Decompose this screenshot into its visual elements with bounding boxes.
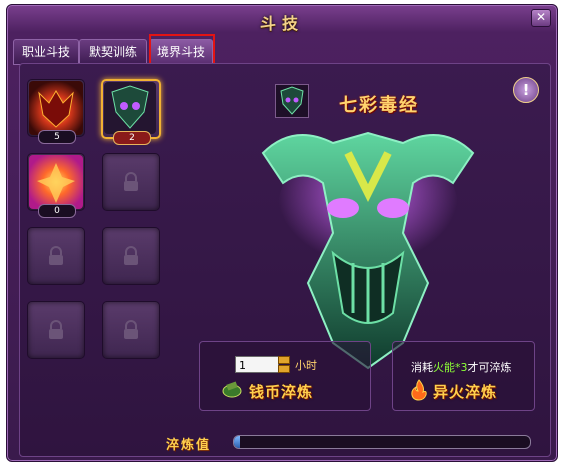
hours-stepper (278, 356, 290, 373)
hours-input[interactable]: 1 (235, 356, 279, 373)
lock-icon (124, 246, 138, 265)
stepper-up-arrow[interactable] (278, 356, 290, 364)
slot-count: 2 (113, 131, 151, 145)
skill-slot-4-locked (102, 153, 160, 211)
close-button[interactable]: ✕ (531, 9, 551, 27)
fire-demon-icon (29, 81, 83, 135)
flame-figure-icon (29, 155, 83, 209)
slot-count: 5 (38, 130, 76, 144)
consume-text: 消耗火能*3才可淬炼 (411, 359, 512, 375)
coin-refine-button[interactable]: 钱币淬炼 (249, 381, 313, 402)
skill-slot-1[interactable]: 5 (27, 79, 85, 144)
skill-slot-8-locked (102, 301, 160, 359)
flame-icon (411, 379, 427, 401)
consume-prefix: 消耗 (411, 361, 433, 374)
info-button[interactable]: ! (513, 77, 539, 103)
tab-tacit-training[interactable]: 默契训练 (79, 39, 147, 65)
lock-icon (124, 172, 138, 191)
poison-mask-icon (104, 82, 156, 134)
tab-career-fight[interactable]: 职业斗技 (13, 39, 79, 65)
skill-slot-5-locked (27, 227, 85, 285)
lock-icon (49, 246, 63, 265)
refine-value-fill (234, 436, 240, 448)
skill-slot-2[interactable]: 2 (101, 79, 161, 145)
window-title: 斗技 (259, 14, 304, 33)
skill-slot-6-locked (102, 227, 160, 285)
coin-icon (222, 381, 242, 398)
lock-icon (124, 320, 138, 339)
consume-suffix: 才可淬炼 (467, 361, 512, 374)
lock-icon (49, 320, 63, 339)
fire-refine-button[interactable]: 异火淬炼 (433, 381, 497, 402)
slot-count: 0 (38, 204, 76, 218)
dialog-window: 斗技 ✕ 职业斗技 默契训练 境界斗技 5 2 0 ! 七彩毒经 1 小时 钱币… (6, 4, 558, 462)
refine-value-bar (233, 435, 531, 449)
skill-slot-7-locked (27, 301, 85, 359)
refine-value-label: 淬炼值 (166, 438, 212, 453)
title-bar: 斗技 ✕ (7, 5, 557, 35)
hours-unit-label: 小时 (295, 359, 317, 372)
poison-mask-artwork (261, 131, 475, 370)
skill-slot-3[interactable]: 0 (27, 153, 85, 218)
stepper-down-arrow[interactable] (278, 365, 290, 373)
consume-item: 火能*3 (433, 361, 468, 374)
